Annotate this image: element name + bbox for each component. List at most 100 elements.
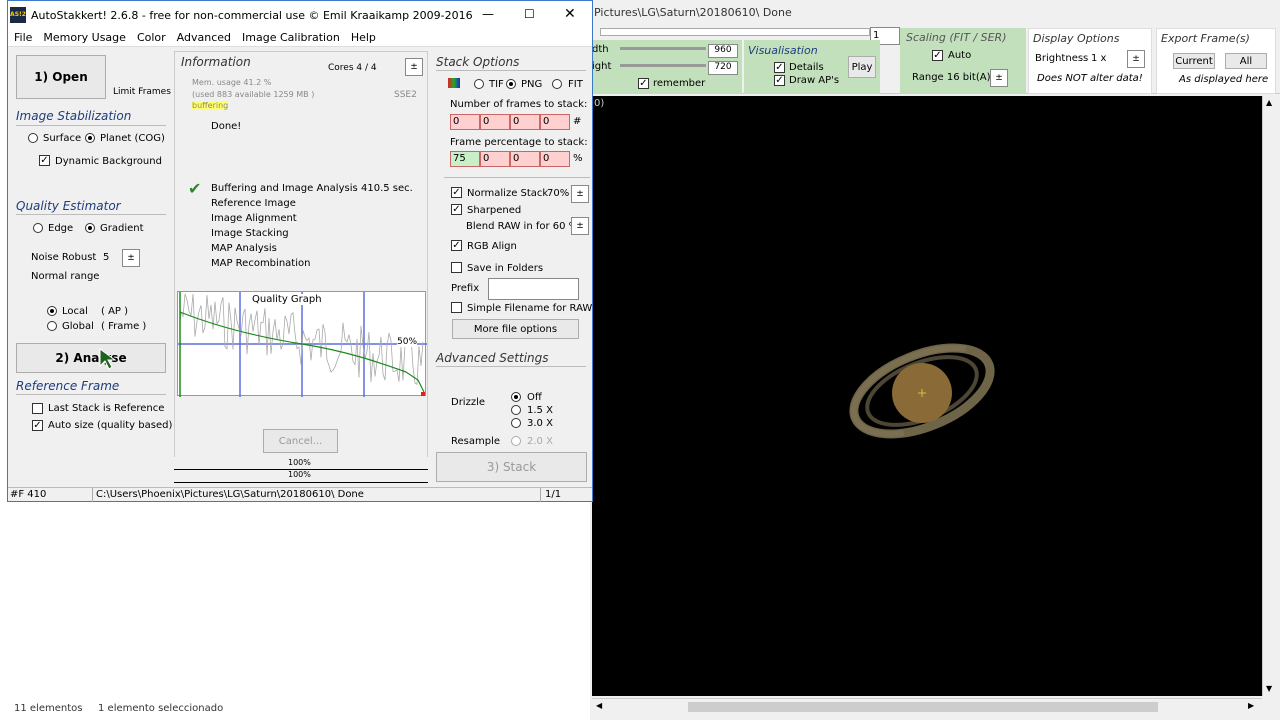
drizzle-label: Drizzle bbox=[451, 397, 486, 408]
drizzle-off-label: Off bbox=[527, 392, 542, 403]
edge-radio[interactable] bbox=[33, 223, 43, 233]
export-current-button[interactable]: Current bbox=[1173, 53, 1215, 69]
surface-label: Surface bbox=[43, 133, 82, 144]
blend-spin-icon[interactable]: ± bbox=[571, 217, 589, 235]
height-value[interactable]: 720 bbox=[708, 61, 738, 75]
menu-memory-usage[interactable]: Memory Usage bbox=[43, 29, 126, 46]
size-panel: dth ight 960 720 ✓ remember bbox=[590, 40, 742, 94]
noise-robust-value: 5 bbox=[103, 252, 110, 263]
simple-filename-checkbox[interactable] bbox=[451, 302, 462, 313]
height-label: ight bbox=[592, 61, 612, 72]
quality-graph-50pct: 50% bbox=[397, 337, 418, 347]
normal-range-label: Normal range bbox=[31, 271, 100, 282]
frame-slider[interactable] bbox=[600, 28, 870, 36]
percent-field-1[interactable]: 75 bbox=[450, 151, 480, 167]
maximize-icon[interactable]: ☐ bbox=[524, 7, 535, 21]
normalize-spin-icon[interactable]: ± bbox=[571, 185, 589, 203]
quality-graph-plot bbox=[178, 292, 427, 397]
brightness-spin-icon[interactable]: ± bbox=[1127, 50, 1145, 68]
fit-radio[interactable] bbox=[552, 79, 562, 89]
horizontal-scrollbar[interactable]: ◀ ▶ bbox=[592, 698, 1262, 714]
scroll-left-icon[interactable]: ◀ bbox=[596, 701, 602, 710]
tif-radio[interactable] bbox=[474, 79, 484, 89]
scroll-up-icon[interactable]: ▲ bbox=[1266, 98, 1272, 107]
planet-radio[interactable] bbox=[85, 133, 95, 143]
check-icon: ✔ bbox=[188, 179, 202, 198]
auto-scaling-checkbox[interactable]: ✓ bbox=[932, 50, 943, 61]
draw-aps-label: Draw AP's bbox=[789, 75, 840, 86]
as-displayed-note: As displayed here bbox=[1179, 74, 1269, 85]
mouse-cursor-icon bbox=[99, 348, 117, 370]
width-value[interactable]: 960 bbox=[708, 44, 738, 58]
percent-field-2[interactable]: 0 bbox=[480, 151, 510, 167]
quality-graph: Quality Graph 50% bbox=[177, 291, 427, 397]
percent-field-3[interactable]: 0 bbox=[510, 151, 540, 167]
scroll-thumb[interactable] bbox=[688, 702, 1158, 712]
stack-button[interactable]: 3) Stack bbox=[436, 452, 587, 482]
width-label: dth bbox=[592, 44, 609, 55]
percent-field-4[interactable]: 0 bbox=[540, 151, 570, 167]
saturn-image bbox=[849, 343, 995, 439]
brightness-value: 1 x bbox=[1091, 53, 1107, 64]
open-button[interactable]: 1) Open bbox=[16, 55, 106, 99]
image-canvas[interactable]: 0) bbox=[592, 96, 1262, 696]
menu-image-calibration[interactable]: Image Calibration bbox=[242, 29, 340, 46]
global-radio[interactable] bbox=[47, 321, 57, 331]
drizzle-30x-radio[interactable] bbox=[511, 418, 521, 428]
step-buffering: Buffering and Image Analysis bbox=[211, 183, 358, 194]
resample-20x-radio[interactable] bbox=[511, 436, 521, 446]
menu-advanced[interactable]: Advanced bbox=[177, 29, 231, 46]
viewer-title: Pictures\LG\Saturn\20180610\ Done bbox=[594, 6, 792, 19]
save-in-folders-label: Save in Folders bbox=[467, 263, 544, 274]
info-spin-icon[interactable]: ± bbox=[405, 58, 423, 76]
auto-size-checkbox[interactable]: ✓ bbox=[32, 420, 43, 431]
minimize-icon[interactable]: — bbox=[482, 7, 494, 21]
menu-help[interactable]: Help bbox=[351, 29, 376, 46]
menu-file[interactable]: File bbox=[14, 29, 32, 46]
scroll-down-icon[interactable]: ▼ bbox=[1266, 684, 1272, 693]
frames-field-4[interactable]: 0 bbox=[540, 114, 570, 130]
local-radio[interactable] bbox=[47, 306, 57, 316]
mem-usage-label: Mem. usage 41.2 % bbox=[192, 78, 272, 87]
more-file-options-button[interactable]: More file options bbox=[452, 319, 579, 339]
dynamic-background-checkbox[interactable]: ✓ bbox=[39, 155, 50, 166]
step-image-stacking: Image Stacking bbox=[211, 228, 289, 239]
analyse-button[interactable]: 2) Analyse bbox=[16, 343, 166, 373]
play-button[interactable]: Play bbox=[848, 56, 876, 78]
close-icon[interactable]: ✕ bbox=[564, 6, 576, 22]
menu-color[interactable]: Color bbox=[137, 29, 166, 46]
cancel-button[interactable]: Cancel... bbox=[263, 429, 338, 453]
frames-field-1[interactable]: 0 bbox=[450, 114, 480, 130]
frames-field-3[interactable]: 0 bbox=[510, 114, 540, 130]
normalize-stack-checkbox[interactable]: ✓ bbox=[451, 187, 462, 198]
surface-radio[interactable] bbox=[28, 133, 38, 143]
sharpened-checkbox[interactable]: ✓ bbox=[451, 204, 462, 215]
tif-label: TIF bbox=[489, 79, 504, 90]
scroll-right-icon[interactable]: ▶ bbox=[1248, 701, 1254, 710]
display-options-title: Display Options bbox=[1033, 32, 1120, 45]
rgb-align-checkbox[interactable]: ✓ bbox=[451, 240, 462, 251]
sse-label: SSE2 bbox=[394, 90, 417, 100]
width-slider[interactable] bbox=[620, 47, 706, 50]
last-stack-reference-checkbox[interactable] bbox=[32, 403, 43, 414]
drizzle-15x-radio[interactable] bbox=[511, 405, 521, 415]
draw-aps-checkbox[interactable]: ✓ bbox=[774, 75, 785, 86]
save-in-folders-checkbox[interactable] bbox=[451, 262, 462, 273]
range-spin-icon[interactable]: ± bbox=[990, 69, 1008, 87]
quality-estimator-title: Quality Estimator bbox=[16, 199, 121, 213]
global-label: Global bbox=[62, 321, 94, 332]
gradient-radio[interactable] bbox=[85, 223, 95, 233]
drizzle-off-radio[interactable] bbox=[511, 392, 521, 402]
frames-field-2[interactable]: 0 bbox=[480, 114, 510, 130]
png-radio[interactable] bbox=[506, 79, 516, 89]
fit-label: FIT bbox=[568, 79, 583, 90]
export-all-button[interactable]: All bbox=[1225, 53, 1267, 69]
status-frames: #F 410 bbox=[10, 489, 47, 500]
remember-checkbox[interactable]: ✓ bbox=[638, 78, 649, 89]
prefix-input[interactable] bbox=[488, 278, 579, 300]
noise-robust-spin-icon[interactable]: ± bbox=[122, 249, 140, 267]
vertical-scrollbar[interactable]: ▲ ▼ bbox=[1262, 96, 1278, 696]
limit-frames-label[interactable]: Limit Frames bbox=[113, 87, 171, 97]
height-slider[interactable] bbox=[620, 64, 706, 67]
details-checkbox[interactable]: ✓ bbox=[774, 62, 785, 73]
